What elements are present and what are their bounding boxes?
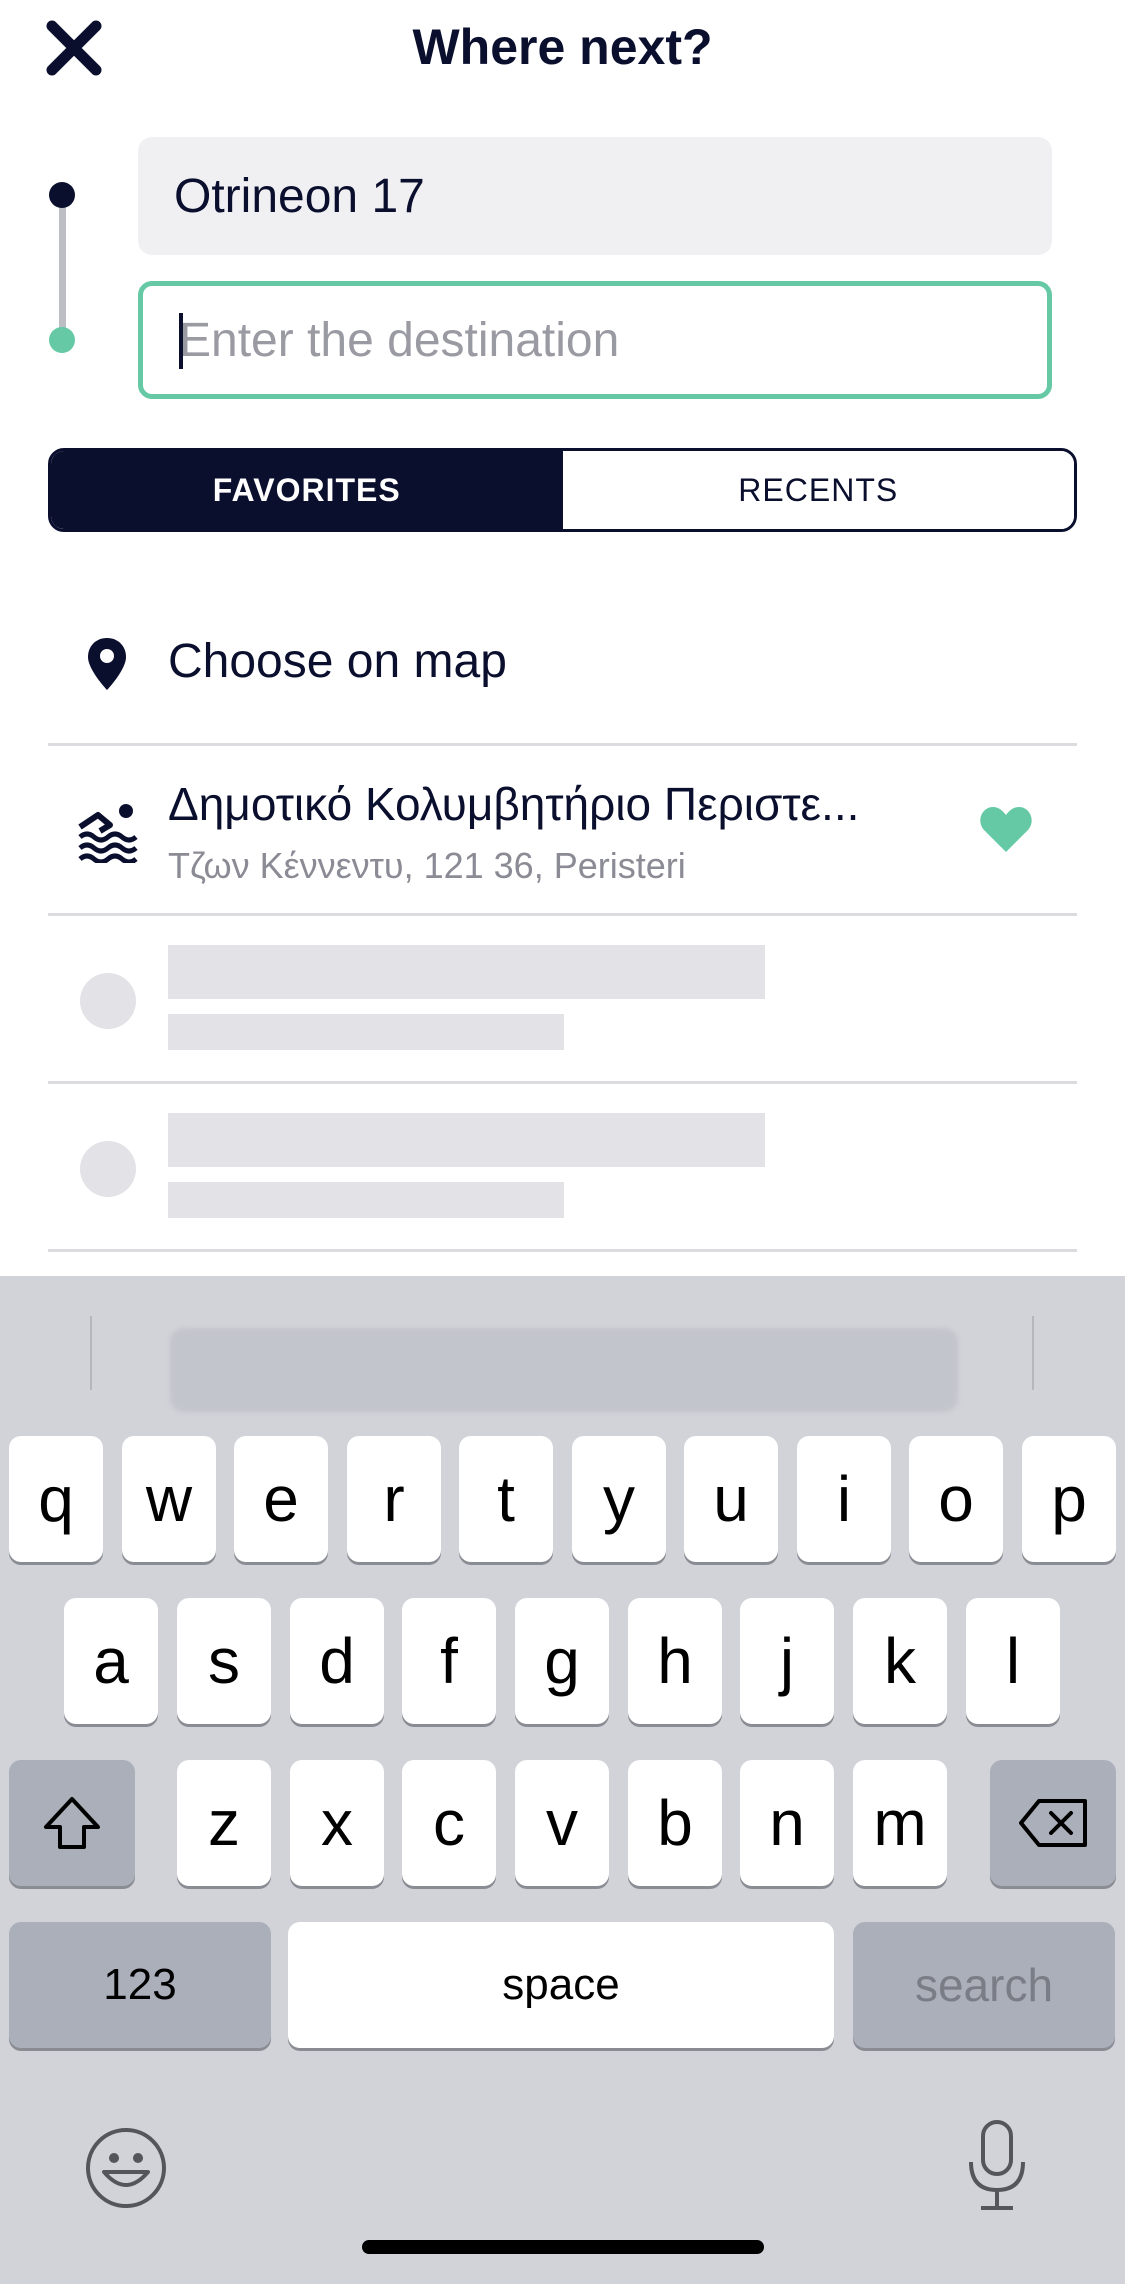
choose-on-map-row[interactable]: Choose on map xyxy=(48,600,1077,746)
backspace-key[interactable] xyxy=(990,1760,1116,1886)
key-h[interactable]: h xyxy=(628,1598,722,1724)
loading-placeholder-line xyxy=(168,1113,765,1167)
loading-placeholder-line xyxy=(168,1014,564,1050)
key-m[interactable]: m xyxy=(853,1760,947,1886)
loading-placeholder-circle xyxy=(80,973,136,1029)
header: Where next? xyxy=(0,0,1125,100)
key-s[interactable]: s xyxy=(177,1598,271,1724)
destination-dot-icon xyxy=(49,327,75,353)
loading-placeholder-line xyxy=(168,1182,564,1218)
key-q[interactable]: q xyxy=(9,1436,103,1562)
loading-placeholder-row xyxy=(48,919,1077,1084)
suggestion-chip[interactable] xyxy=(170,1328,958,1412)
loading-placeholder-line xyxy=(168,945,765,999)
key-j[interactable]: j xyxy=(740,1598,834,1724)
heart-icon[interactable] xyxy=(978,804,1034,854)
loading-placeholder-circle xyxy=(80,1141,136,1197)
favorite-place-row[interactable]: Δημοτικό Κολυμβητήριο Περιστε... Τζων Κέ… xyxy=(48,749,1077,916)
pool-icon xyxy=(78,804,138,863)
key-z[interactable]: z xyxy=(177,1760,271,1886)
origin-value: Otrineon 17 xyxy=(174,169,425,223)
key-a[interactable]: a xyxy=(64,1598,158,1724)
route-connector-line xyxy=(59,195,66,340)
page-title: Where next? xyxy=(412,19,713,75)
search-key[interactable]: search xyxy=(853,1922,1115,2048)
microphone-icon[interactable] xyxy=(965,2118,1029,2214)
key-w[interactable]: w xyxy=(122,1436,216,1562)
onscreen-keyboard: q w e r t y u i o p a s d f g h j k l z … xyxy=(0,1276,1125,2284)
predictive-text-bar xyxy=(0,1276,1125,1416)
key-o[interactable]: o xyxy=(909,1436,1003,1562)
shift-key[interactable] xyxy=(9,1760,135,1886)
key-r[interactable]: r xyxy=(347,1436,441,1562)
key-x[interactable]: x xyxy=(290,1760,384,1886)
map-pin-icon xyxy=(88,638,126,690)
key-f[interactable]: f xyxy=(402,1598,496,1724)
favorite-place-address: Τζων Κέννεντυ, 121 36, Peristeri xyxy=(168,845,686,886)
tab-favorites[interactable]: FAVORITES xyxy=(51,451,563,529)
numbers-key[interactable]: 123 xyxy=(9,1922,271,2048)
key-l[interactable]: l xyxy=(966,1598,1060,1724)
text-caret xyxy=(179,313,183,369)
choose-on-map-label: Choose on map xyxy=(168,635,507,688)
key-n[interactable]: n xyxy=(740,1760,834,1886)
suggestion-divider xyxy=(1032,1316,1034,1390)
key-g[interactable]: g xyxy=(515,1598,609,1724)
key-i[interactable]: i xyxy=(797,1436,891,1562)
key-u[interactable]: u xyxy=(684,1436,778,1562)
key-t[interactable]: t xyxy=(459,1436,553,1562)
key-d[interactable]: d xyxy=(290,1598,384,1724)
key-y[interactable]: y xyxy=(572,1436,666,1562)
home-indicator[interactable] xyxy=(362,2240,764,2254)
tab-recents[interactable]: RECENTS xyxy=(562,451,1074,529)
key-e[interactable]: e xyxy=(234,1436,328,1562)
key-c[interactable]: c xyxy=(402,1760,496,1886)
key-k[interactable]: k xyxy=(853,1598,947,1724)
emoji-icon[interactable] xyxy=(84,2126,168,2210)
shift-arrow-icon xyxy=(44,1797,100,1849)
backspace-icon xyxy=(1019,1799,1087,1847)
key-b[interactable]: b xyxy=(628,1760,722,1886)
space-key[interactable]: space xyxy=(288,1922,834,2048)
key-v[interactable]: v xyxy=(515,1760,609,1886)
destination-input[interactable] xyxy=(179,312,1047,368)
favorite-place-name: Δημοτικό Κολυμβητήριο Περιστε... xyxy=(168,778,860,830)
origin-field[interactable]: Otrineon 17 xyxy=(138,137,1052,255)
list-tabs: FAVORITES RECENTS xyxy=(48,448,1077,532)
origin-dot-icon xyxy=(49,182,75,208)
destination-field[interactable] xyxy=(138,281,1052,399)
suggestion-divider xyxy=(90,1316,92,1390)
key-p[interactable]: p xyxy=(1022,1436,1116,1562)
loading-placeholder-row xyxy=(48,1087,1077,1252)
